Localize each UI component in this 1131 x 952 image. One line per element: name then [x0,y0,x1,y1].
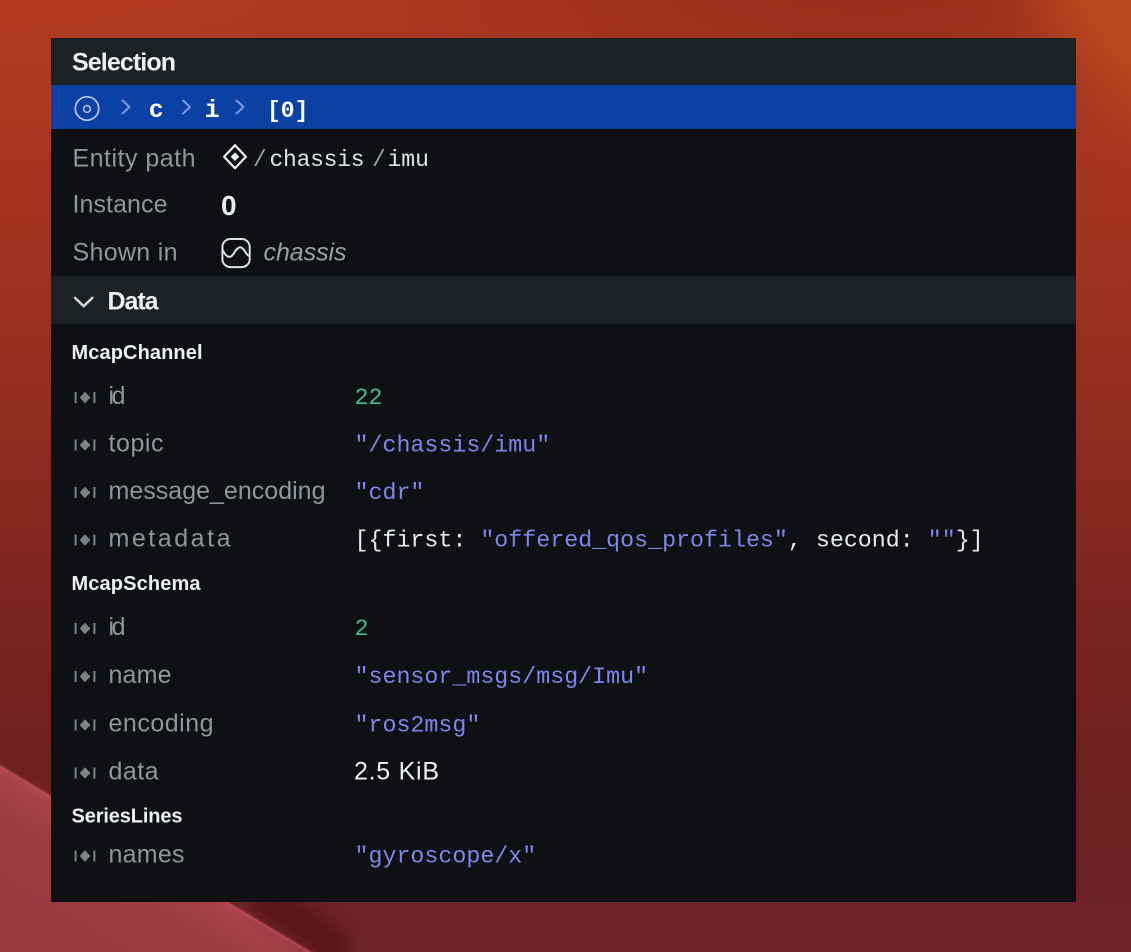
svg-text:[0]: [0] [267,98,308,124]
svg-text:22: 22 [355,385,383,411]
svg-text:metadata: metadata [109,525,231,553]
svg-text:id: id [109,382,126,410]
svg-text:McapChannel: McapChannel [72,342,203,364]
svg-text:message_encoding: message_encoding [109,477,326,505]
svg-text:data: data [109,758,159,786]
svg-text:id: id [109,613,126,641]
svg-text:2.5 KiB: 2.5 KiB [354,758,439,786]
svg-text:"sensor_msgs/msg/Imu": "sensor_msgs/msg/Imu" [355,664,649,690]
svg-text:name: name [109,661,172,689]
svg-text:chassis: chassis [270,147,365,173]
svg-text:Shown in: Shown in [73,239,178,267]
svg-text:Data: Data [108,288,160,316]
svg-text:2: 2 [355,616,369,642]
svg-text:0: 0 [221,190,237,221]
svg-text:/: / [253,147,267,173]
svg-text:/: / [372,147,386,173]
svg-text:"gyroscope/x": "gyroscope/x" [355,844,537,870]
svg-text:Entity path: Entity path [73,145,196,173]
svg-text:names: names [109,841,185,869]
svg-text:chassis: chassis [264,239,347,267]
svg-text:Instance: Instance [73,191,168,219]
svg-text:"/chassis/imu": "/chassis/imu" [355,433,551,459]
svg-text:"cdr": "cdr" [355,480,425,506]
svg-text:topic: topic [109,430,164,458]
svg-text:"ros2msg": "ros2msg" [355,713,481,739]
svg-text:McapSchema: McapSchema [72,573,202,595]
svg-text:Selection: Selection [72,49,176,77]
svg-text:c: c [149,96,164,125]
svg-text:imu: imu [388,147,429,173]
svg-text:SeriesLines: SeriesLines [72,806,183,828]
svg-text:i: i [205,96,220,125]
svg-text:[{first: "offered_qos_profiles: [{first: "offered_qos_profiles", second:… [355,528,984,554]
svg-text:encoding: encoding [109,710,214,738]
